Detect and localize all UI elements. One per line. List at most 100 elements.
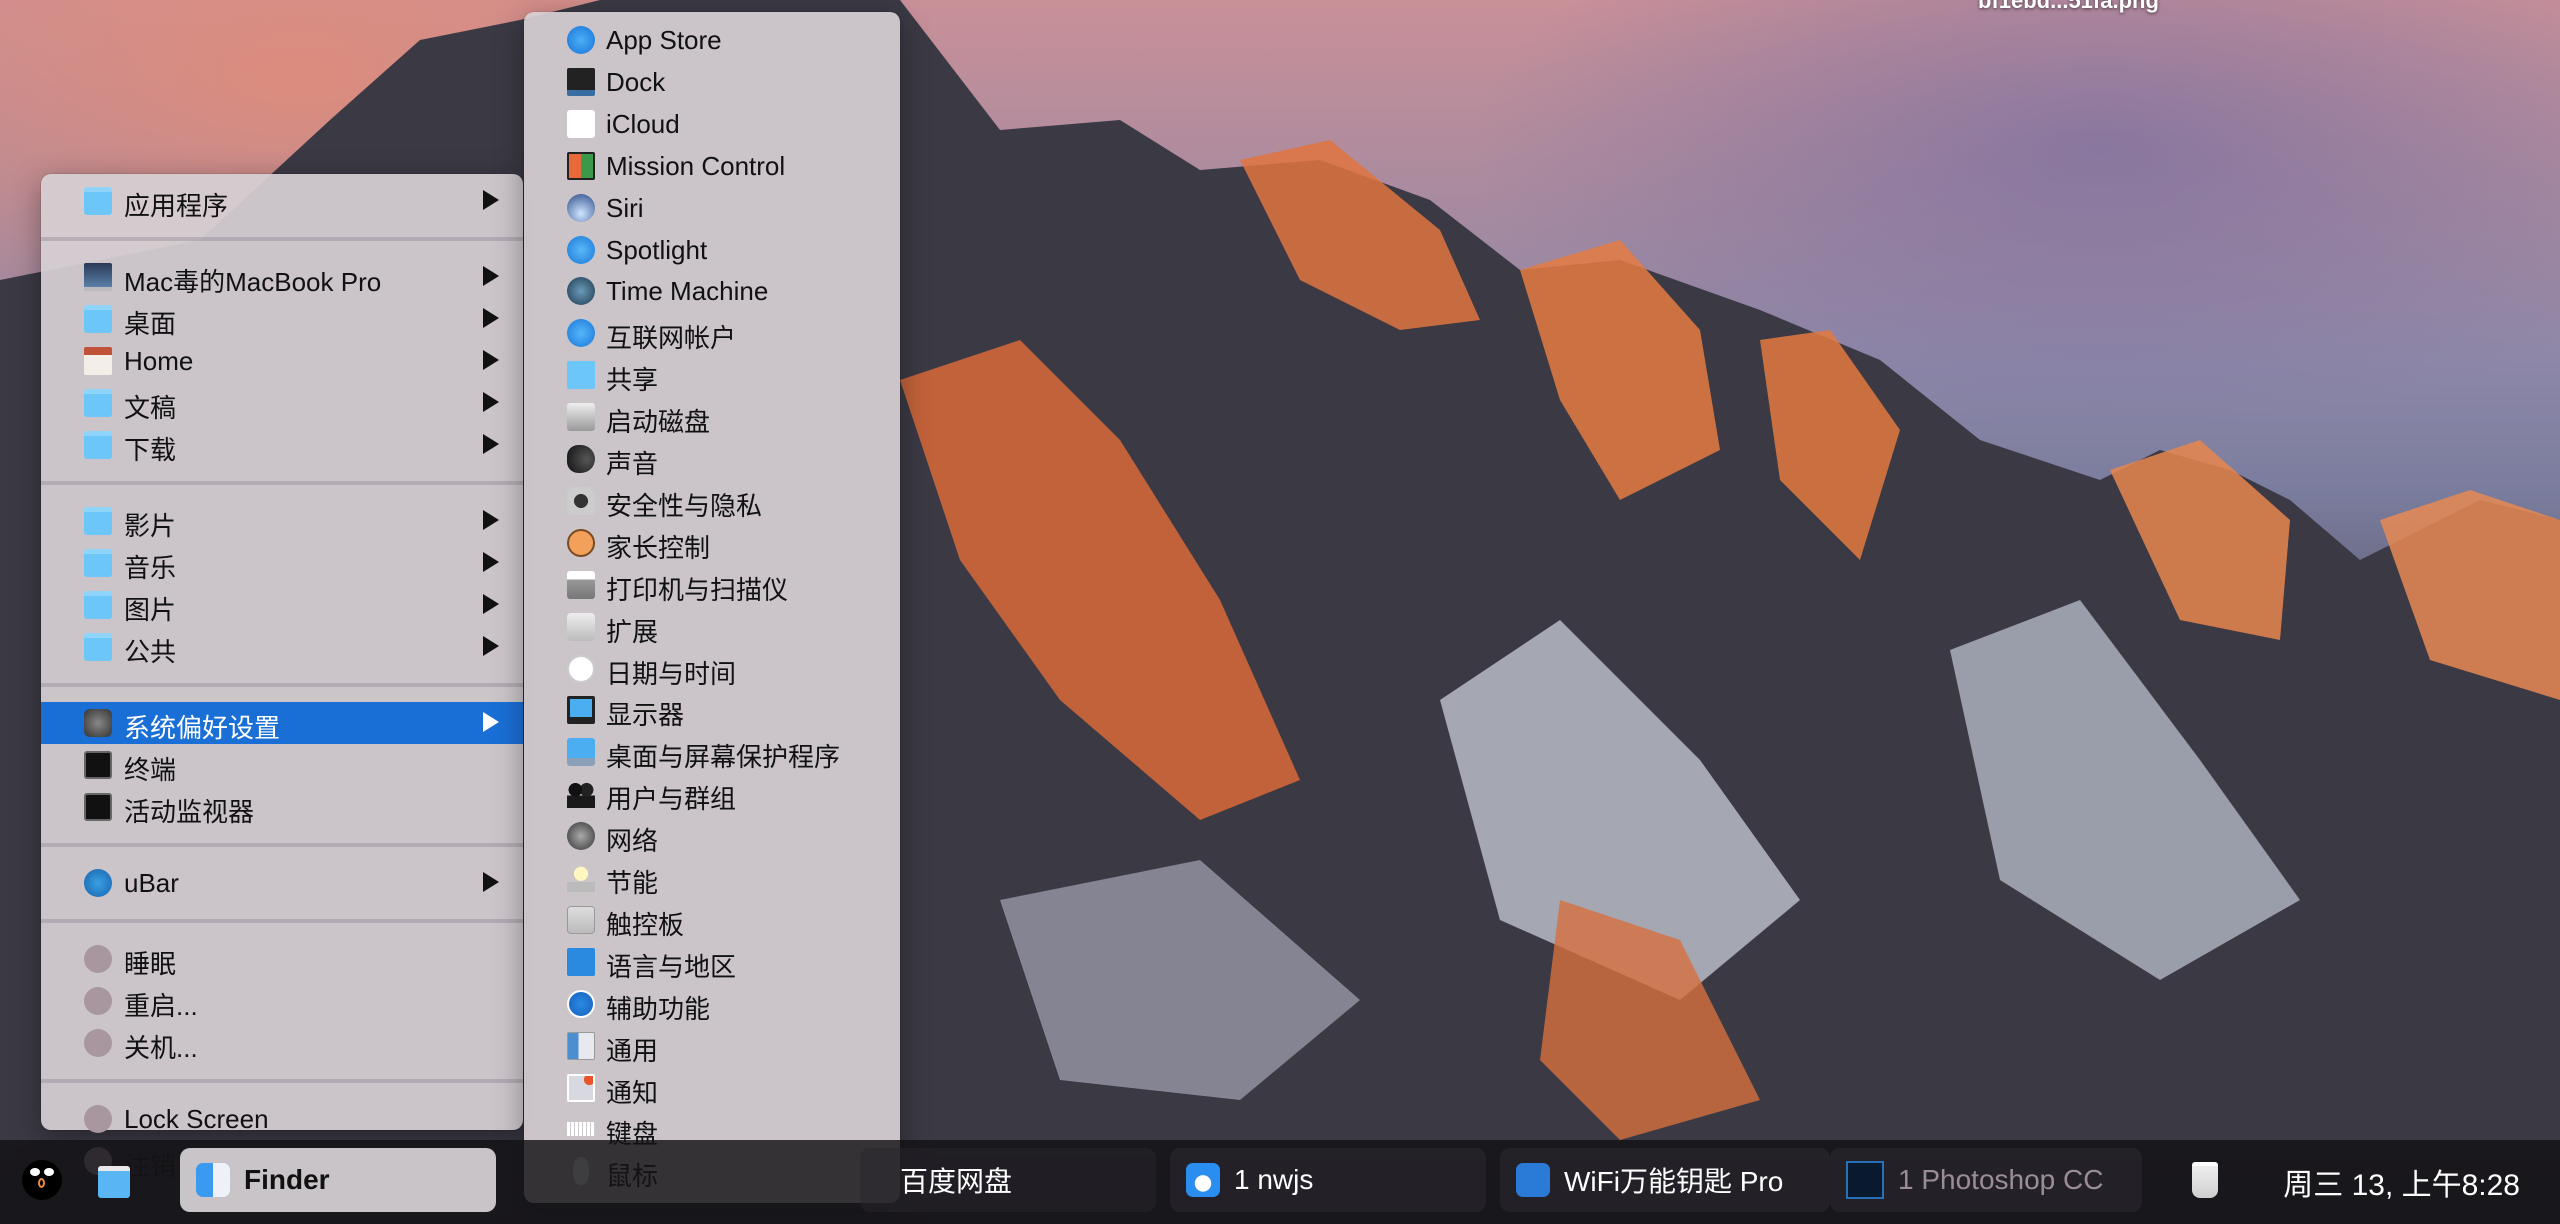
- menu-item-label: 节能: [606, 868, 659, 898]
- start-menu-item[interactable]: 公共: [41, 626, 523, 668]
- keyboard-icon: [567, 1122, 595, 1137]
- ubar-icon: [84, 869, 112, 897]
- system-preferences-item[interactable]: 显示器: [524, 689, 900, 731]
- start-menu-item[interactable]: Mac毒的MacBook Pro: [41, 256, 523, 298]
- system-preferences-item[interactable]: 桌面与屏幕保护程序: [524, 731, 900, 773]
- wifi-key-icon: [1516, 1163, 1550, 1197]
- system-preferences-item[interactable]: 语言与地区: [524, 941, 900, 983]
- start-menu-item[interactable]: 重启...: [41, 980, 523, 1022]
- system-preferences-item[interactable]: Dock: [524, 61, 900, 103]
- pictures-folder-icon: [84, 591, 112, 619]
- ubar-owl-icon[interactable]: [22, 1160, 62, 1200]
- submenu-arrow-icon: [483, 712, 499, 732]
- start-menu-item[interactable]: 影片: [41, 500, 523, 542]
- taskbar-app-button[interactable]: Finder: [180, 1148, 496, 1212]
- macbook-icon: [84, 263, 112, 291]
- start-menu-item[interactable]: 下载: [41, 424, 523, 466]
- system-preferences-item[interactable]: 安全性与隐私: [524, 480, 900, 522]
- system-preferences-item[interactable]: 日期与时间: [524, 648, 900, 690]
- system-preferences-item[interactable]: 扩展: [524, 606, 900, 648]
- menu-item-label: 活动监视器: [124, 797, 255, 827]
- menu-item-label: 关机...: [124, 1033, 198, 1063]
- desktop-file-label[interactable]: bf1ebd...51fa.png: [1978, 0, 2159, 14]
- menu-item-label: 网络: [606, 826, 659, 857]
- menu-item-label: 睡眠: [124, 949, 177, 979]
- start-menu-item[interactable]: 终端: [41, 744, 523, 786]
- system-preferences-item[interactable]: 互联网帐户: [524, 312, 900, 354]
- system-preferences-item[interactable]: 共享: [524, 354, 900, 396]
- system-preferences-item[interactable]: 声音: [524, 438, 900, 480]
- menu-item-label: 音乐: [124, 553, 177, 583]
- notifications-icon: [567, 1073, 595, 1102]
- menu-item-label: Siri: [606, 192, 644, 223]
- menu-item-label: 公共: [124, 637, 177, 667]
- system-preferences-item[interactable]: 用户与群组: [524, 773, 900, 815]
- taskbar-app-button[interactable]: 百度网盘: [860, 1148, 1156, 1212]
- terminal-icon: [84, 751, 112, 779]
- start-menu-item[interactable]: 关机...: [41, 1022, 523, 1064]
- start-menu-item[interactable]: 系统偏好设置: [41, 702, 523, 744]
- system-preferences-item[interactable]: 启动磁盘: [524, 396, 900, 438]
- system-preferences-item[interactable]: 家长控制: [524, 522, 900, 564]
- displays-icon: [567, 696, 595, 725]
- applications-folder-icon: [84, 187, 112, 215]
- menu-item-label: uBar: [124, 868, 179, 898]
- system-preferences-item[interactable]: 通用: [524, 1025, 900, 1067]
- start-menu-item[interactable]: 文稿: [41, 382, 523, 424]
- start-menu-item[interactable]: 图片: [41, 584, 523, 626]
- menu-item-label: 声音: [606, 449, 659, 479]
- menu-item-label: 用户与群组: [606, 784, 737, 815]
- accessibility-icon: [567, 989, 595, 1018]
- system-preferences-item[interactable]: Time Machine: [524, 270, 900, 312]
- system-preferences-item[interactable]: iCloud: [524, 103, 900, 145]
- clock[interactable]: 周三 13, 上午8:28: [2283, 1160, 2520, 1204]
- taskbar-app-button[interactable]: 1 nwjs: [1170, 1148, 1486, 1212]
- start-menu-item[interactable]: 活动监视器: [41, 786, 523, 828]
- menu-separator: [41, 237, 523, 241]
- users-groups-icon: [567, 780, 595, 809]
- app-store-icon: [567, 26, 595, 54]
- system-preferences-item[interactable]: 触控板: [524, 899, 900, 941]
- system-preferences-item[interactable]: 辅助功能: [524, 983, 900, 1025]
- system-preferences-item[interactable]: 打印机与扫描仪: [524, 564, 900, 606]
- menu-item-label: 桌面与屏幕保护程序: [606, 742, 841, 773]
- menu-item-label: 家长控制: [606, 532, 711, 563]
- system-preferences-item[interactable]: 网络: [524, 815, 900, 857]
- system-preferences-item[interactable]: Mission Control: [524, 145, 900, 187]
- taskbar-app-button[interactable]: WiFi万能钥匙 Pro: [1500, 1148, 1830, 1212]
- submenu-arrow-icon: [483, 594, 499, 614]
- desktop-window-icon[interactable]: [98, 1166, 130, 1198]
- menu-item-label: Mac毒的MacBook Pro: [124, 267, 382, 297]
- photoshop-icon: [1846, 1161, 1884, 1199]
- start-menu-item[interactable]: 音乐: [41, 542, 523, 584]
- start-menu-item[interactable]: 睡眠: [41, 938, 523, 980]
- taskbar-app-button[interactable]: 1 Photoshop CC: [1830, 1148, 2142, 1212]
- restart-icon: [84, 987, 112, 1015]
- menu-item-label: 打印机与扫描仪: [606, 574, 789, 605]
- menu-item-label: 影片: [124, 511, 177, 541]
- menu-item-label: Spotlight: [606, 234, 708, 265]
- start-menu-item[interactable]: Home: [41, 340, 523, 382]
- lock-icon: [84, 1105, 112, 1133]
- system-preferences-item[interactable]: App Store: [524, 19, 900, 61]
- start-menu-item[interactable]: 应用程序: [41, 180, 523, 222]
- start-menu-item[interactable]: Lock Screen: [41, 1098, 523, 1140]
- trash-icon[interactable]: [2192, 1162, 2218, 1198]
- network-icon: [567, 822, 595, 851]
- security-privacy-icon: [567, 486, 595, 515]
- date-time-icon: [567, 654, 595, 683]
- menu-separator: [41, 1079, 523, 1083]
- system-preferences-item[interactable]: 通知: [524, 1067, 900, 1109]
- system-preferences-item[interactable]: Spotlight: [524, 229, 900, 271]
- start-menu-item[interactable]: 桌面: [41, 298, 523, 340]
- system-preferences-item[interactable]: Siri: [524, 187, 900, 229]
- submenu-arrow-icon: [483, 266, 499, 286]
- menu-item-label: 安全性与隐私: [606, 490, 763, 521]
- menu-item-label: Lock Screen: [124, 1104, 269, 1134]
- time-machine-icon: [567, 277, 595, 306]
- system-preferences-item[interactable]: 节能: [524, 857, 900, 899]
- siri-icon: [567, 193, 595, 222]
- system-preferences-submenu: App Store Dock iCloud Mission Control Siri Sp…: [524, 12, 900, 1203]
- start-menu-item[interactable]: uBar: [41, 862, 523, 904]
- menu-separator: [41, 919, 523, 923]
